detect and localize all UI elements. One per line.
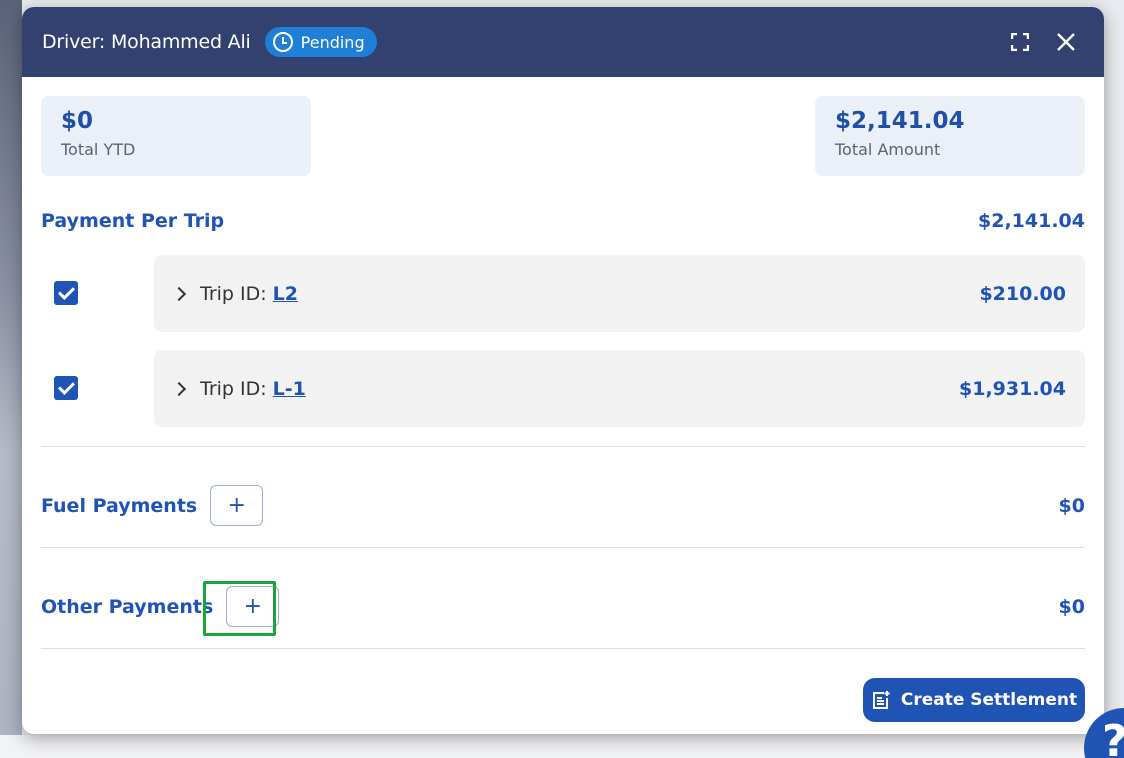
other-payments-amount: $0 (1058, 595, 1085, 618)
other-payments-title: Other Payments (41, 595, 214, 618)
chevron-right-icon[interactable] (171, 286, 187, 301)
trip-id-label: Trip ID: (200, 377, 267, 400)
fuel-payments-amount: $0 (1058, 494, 1085, 517)
trip-amount: $1,931.04 (959, 377, 1066, 400)
payment-per-trip-amount: $2,141.04 (978, 210, 1085, 232)
clock-icon (272, 32, 293, 52)
trip-id-link[interactable]: L-1 (273, 378, 306, 400)
chevron-right-icon[interactable] (171, 381, 187, 396)
trip-id-label: Trip ID: (200, 282, 267, 305)
total-amount-value: $2,141.04 (835, 108, 965, 134)
divider (41, 446, 1085, 447)
fuel-payments-header: Fuel Payments + $0 (41, 485, 1085, 526)
create-settlement-button[interactable]: Create Settlement (863, 678, 1085, 722)
total-ytd-amount: $0 (61, 108, 94, 134)
total-ytd-label: Total YTD (61, 140, 136, 159)
close-icon (1057, 33, 1075, 51)
total-ytd-card: $0 Total YTD (41, 96, 311, 176)
trip-card: Trip ID: L-1 $1,931.04 (154, 350, 1085, 427)
total-amount-label: Total Amount (835, 140, 941, 159)
trip-id-link[interactable]: L2 (273, 283, 298, 305)
trip-checkbox[interactable] (54, 376, 78, 400)
total-amount-card: $2,141.04 Total Amount (815, 96, 1085, 176)
expand-button[interactable] (1006, 28, 1034, 56)
other-payments-header: Other Payments + $0 (41, 586, 1085, 627)
document-add-icon (872, 691, 890, 709)
payment-per-trip-title: Payment Per Trip (41, 210, 225, 232)
background-left (0, 0, 22, 758)
background-bottom (0, 735, 1124, 758)
modal-header: Driver: Mohammed Ali Pending (22, 7, 1104, 77)
trip-card: Trip ID: L2 $210.00 (154, 255, 1085, 332)
fuel-payments-title: Fuel Payments (41, 494, 198, 517)
trip-amount: $210.00 (979, 282, 1066, 305)
add-fuel-payment-button[interactable]: + (210, 485, 264, 526)
trip-row: Trip ID: L-1 $1,931.04 (41, 350, 1085, 427)
status-badge: Pending (264, 27, 377, 57)
trip-row: Trip ID: L2 $210.00 (41, 255, 1085, 332)
divider (41, 648, 1085, 649)
expand-icon (1011, 33, 1029, 51)
settlement-modal: Driver: Mohammed Ali Pending $0 Total YT… (22, 7, 1104, 734)
highlight-box (203, 581, 276, 636)
driver-title: Driver: Mohammed Ali (42, 31, 251, 53)
create-settlement-label: Create Settlement (900, 690, 1078, 710)
divider (41, 547, 1085, 548)
trip-checkbox[interactable] (54, 281, 78, 305)
close-button[interactable] (1052, 28, 1080, 56)
status-label: Pending (300, 32, 365, 52)
payment-per-trip-header: Payment Per Trip $2,141.04 (41, 210, 1085, 232)
